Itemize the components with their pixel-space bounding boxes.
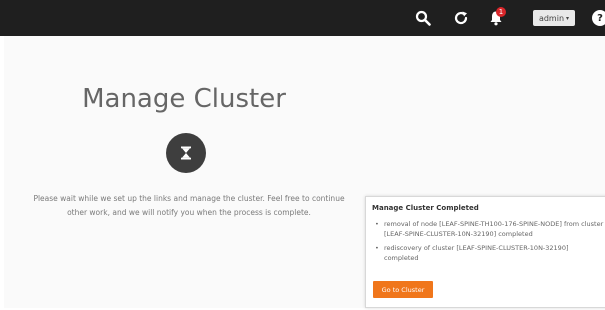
notification-item: removal of node [LEAF-SPINE-TH100-176-SP… (374, 219, 604, 239)
hourglass-icon (166, 133, 206, 173)
notification-item: rediscovery of cluster [LEAF-SPINE-CLUST… (374, 243, 604, 263)
user-menu-dropdown[interactable]: admin ▾ (533, 10, 575, 26)
help-icon[interactable]: ? (592, 10, 605, 26)
wait-message: Please wait while we set up the links an… (14, 192, 364, 220)
refresh-icon[interactable] (451, 8, 471, 28)
search-icon[interactable] (413, 8, 433, 28)
page-title: Manage Cluster (82, 84, 286, 114)
notification-title: Manage Cluster Completed (372, 204, 479, 212)
wait-message-line-2: other work, and we will notify you when … (67, 208, 311, 217)
top-navigation-bar: 1 admin ▾ ? (0, 0, 605, 36)
chevron-down-icon: ▾ (566, 14, 570, 22)
go-to-cluster-button[interactable]: Go to Cluster (373, 281, 433, 298)
user-name: admin (538, 13, 565, 23)
notification-badge: 1 (496, 7, 506, 17)
notification-panel: Manage Cluster Completed removal of node… (365, 196, 605, 308)
wait-message-line-1: Please wait while we set up the links an… (33, 194, 345, 203)
notification-list: removal of node [LEAF-SPINE-TH100-176-SP… (374, 219, 604, 267)
